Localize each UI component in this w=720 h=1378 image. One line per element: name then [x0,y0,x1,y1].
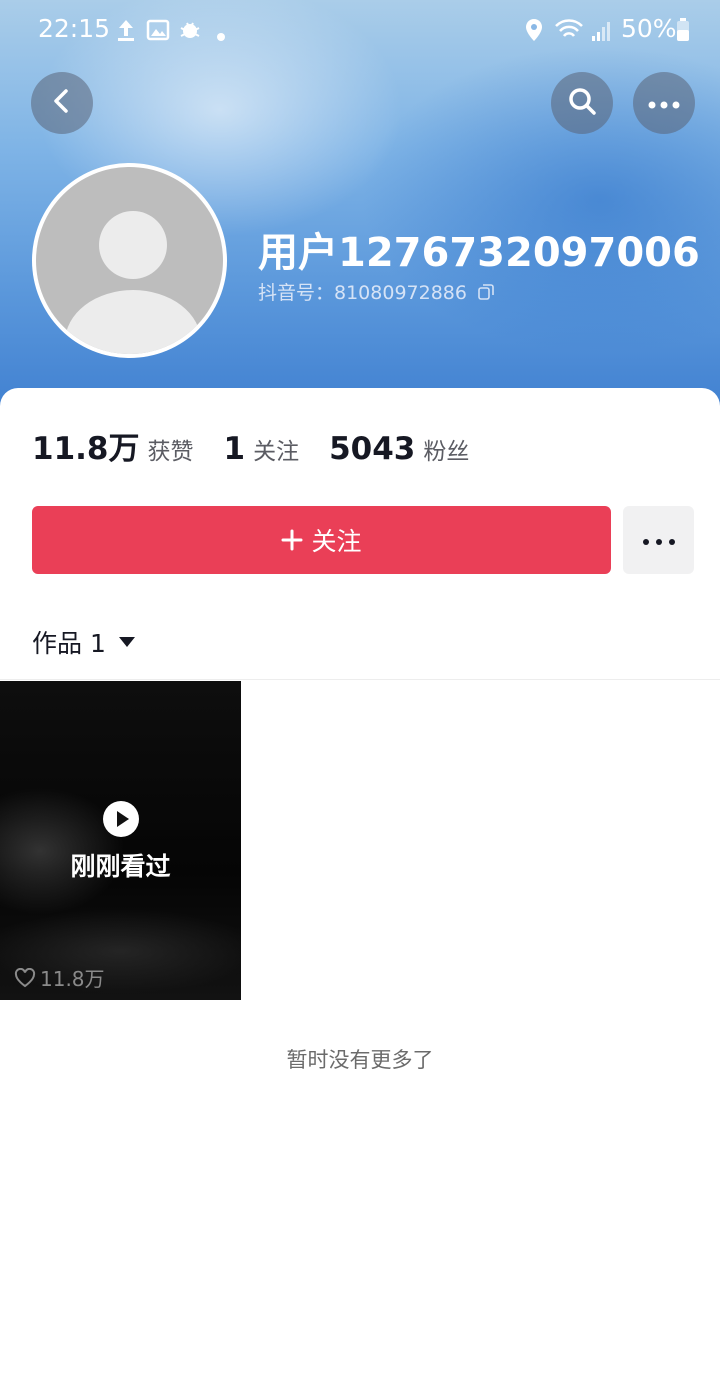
followers-label[interactable]: 粉丝 [423,432,469,466]
following-label[interactable]: 关注 [253,432,299,466]
more-options-button[interactable] [633,72,695,134]
default-avatar-icon [36,167,223,354]
video-likes-count: 11.8万 [40,967,105,991]
signal-icon [590,18,614,46]
ellipsis-icon [648,94,680,113]
profile-stats: 11.8万 获赞 1 关注 5043 粉丝 [32,423,499,467]
more-actions-button[interactable] [623,506,694,574]
divider [0,679,720,680]
douyin-id: 抖音号：81080972886 [258,278,495,306]
image-icon [146,18,170,46]
bug-icon [178,18,202,46]
plus-icon [281,529,303,551]
ellipsis-icon [642,531,676,550]
follow-label: 关注 [311,527,362,556]
following-count[interactable]: 1 [224,431,246,467]
douyin-id-text: 抖音号：81080972886 [258,282,467,304]
search-icon [567,86,597,120]
works-tab-label: 作品 1 [32,629,106,658]
play-icon [103,801,139,837]
chevron-left-icon [48,87,76,119]
followers-count[interactable]: 5043 [329,431,415,467]
status-bar: 22:15 50% [0,0,720,62]
tab-works[interactable]: 作品 1 [32,624,136,660]
heart-icon [14,967,36,988]
caret-down-icon [118,636,136,648]
wifi-icon [554,18,584,46]
back-button[interactable] [31,72,93,134]
battery-percent: 50% [621,14,677,43]
recently-watched-label: 刚刚看过 [70,852,171,881]
likes-label: 获赞 [147,439,194,465]
upload-icon [116,18,136,46]
likes-count: 11.8万 [32,431,140,467]
username: 用户1276732097006 [258,230,700,276]
follow-button[interactable]: 关注 [32,506,611,574]
status-time: 22:15 [38,14,111,43]
video-thumbnail[interactable]: 刚刚看过 11.8万 [0,681,241,1000]
search-button[interactable] [551,72,613,134]
copy-icon[interactable] [477,283,495,306]
avatar[interactable] [32,163,227,358]
dot-icon [217,26,225,45]
no-more-content-text: 暂时没有更多了 [286,1048,434,1072]
location-icon [524,18,544,46]
battery-icon [676,18,690,46]
video-likes: 11.8万 [14,963,105,992]
